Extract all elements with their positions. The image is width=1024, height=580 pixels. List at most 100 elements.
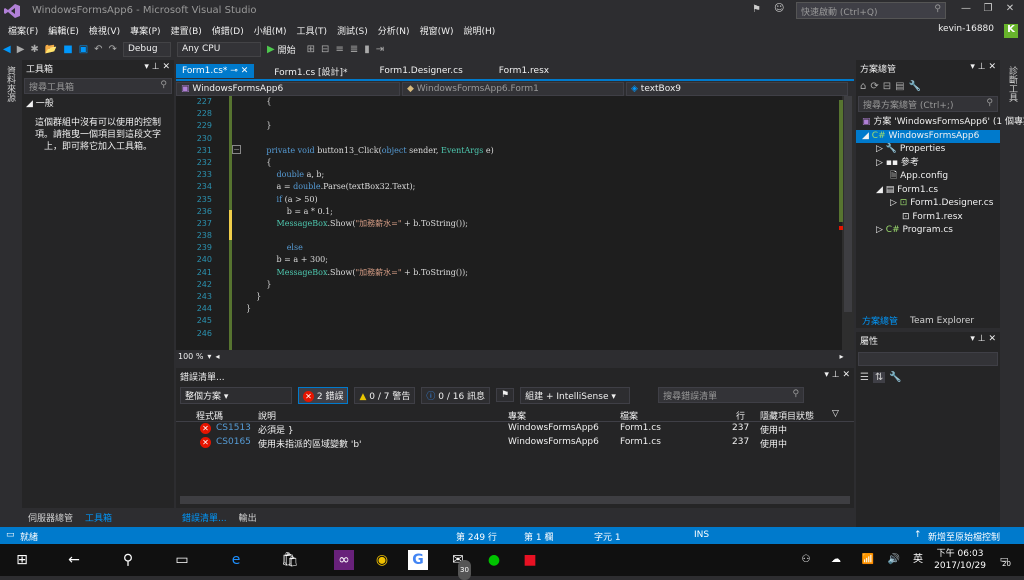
member-dropdown[interactable]: ◈ textBox9 — [626, 81, 848, 96]
list-item[interactable]: ▷ C# Program.cs — [856, 224, 1000, 238]
onedrive-icon[interactable]: ☁ — [826, 550, 846, 570]
menu-debug[interactable]: 偵錯(D) — [212, 24, 244, 37]
col-suppression[interactable]: 隱藏項目狀態 — [760, 409, 814, 422]
tab-output[interactable]: 輸出 — [233, 508, 263, 527]
upload-icon[interactable]: ↑ — [914, 530, 922, 540]
tab-error-list[interactable]: 錯誤清單... — [176, 508, 233, 527]
code-line[interactable] — [246, 108, 836, 120]
menu-test[interactable]: 測試(S) — [337, 24, 368, 37]
undo-icon[interactable]: ↶ — [94, 44, 102, 55]
line-icon[interactable]: ● — [484, 550, 504, 570]
edge-icon[interactable]: e — [226, 550, 246, 570]
toolbar-icon-3[interactable]: ≡ — [335, 44, 343, 55]
taskbar-clock[interactable]: 下午 06:03 2017/10/29 — [934, 548, 986, 572]
data-sources-tab[interactable]: 資料來源 — [4, 66, 17, 102]
list-item[interactable]: ⊡ Form1.resx — [856, 211, 1000, 225]
user-name[interactable]: kevin-16880 — [938, 24, 994, 34]
project-dropdown[interactable]: ▣ WindowsFormsApp6 — [176, 81, 400, 96]
tab-server-explorer[interactable]: 伺服器總管 — [22, 508, 79, 527]
menu-tools[interactable]: 工具(T) — [297, 24, 328, 37]
pin-icon[interactable]: ▾ ⊥ ✕ — [970, 334, 996, 348]
categorized-icon[interactable]: ☰ — [860, 372, 869, 383]
code-line[interactable]: private void button13_Click(object sende… — [246, 145, 836, 157]
wifi-icon[interactable]: 📶 — [858, 550, 878, 570]
code-line[interactable] — [246, 315, 836, 327]
platform-select[interactable]: Any CPU — [176, 42, 261, 57]
scope-select[interactable]: 整個方案 ▾ — [180, 386, 292, 404]
code-line[interactable]: else — [246, 242, 836, 254]
scroll-right-icon[interactable]: ▸ — [839, 352, 843, 361]
windows-start-icon[interactable]: ⊞ — [12, 550, 32, 570]
pin-icon[interactable]: ▾ ⊥ ✕ — [144, 62, 170, 76]
code-line[interactable]: { — [246, 157, 836, 169]
object-select[interactable] — [858, 352, 998, 366]
filter-icon[interactable]: ▽ — [832, 409, 839, 419]
code-line[interactable]: a = double.Parse(textBox32.Text); — [246, 181, 836, 193]
back-icon[interactable]: ◀ — [3, 44, 11, 55]
start-icon[interactable]: ▶ — [267, 44, 275, 55]
solution-search-input[interactable]: 搜尋方案總管 (Ctrl+;) ⚲ — [858, 96, 998, 112]
avatar[interactable]: K — [1004, 24, 1018, 38]
error-code[interactable]: CS1513 — [216, 423, 251, 433]
close-icon[interactable]: ✕ — [241, 66, 249, 76]
show-all-icon[interactable]: ▤ — [895, 81, 904, 92]
zoom-level[interactable]: 100 % — [178, 352, 203, 361]
start-button[interactable]: 開始 — [278, 43, 296, 56]
save-icon[interactable]: ■ — [63, 44, 72, 55]
code-line[interactable] — [246, 230, 836, 242]
google-icon[interactable]: G — [408, 550, 428, 570]
store-icon[interactable]: 🛍 — [280, 550, 300, 570]
list-item[interactable]: ▷ ⊡ Form1.Designer.cs — [856, 197, 1000, 211]
ime-indicator[interactable]: 英 — [908, 550, 928, 570]
code-line[interactable]: MessageBox.Show("加務薪水=" + b.ToString()); — [246, 267, 836, 279]
app-icon[interactable]: ◉ — [372, 550, 392, 570]
editor-scrollbar-thumb[interactable] — [844, 96, 852, 312]
list-item[interactable]: ▷ 🔧 Properties — [856, 143, 1000, 157]
notification-flag-icon[interactable]: ⚑ — [752, 4, 761, 15]
pin-icon[interactable]: ▾ ⊥ ✕ — [970, 62, 996, 76]
messages-filter-button[interactable]: ⓘ 0 / 16 訊息 — [421, 386, 491, 404]
code-line[interactable]: if (a > 50) — [246, 194, 836, 206]
code-line[interactable]: double a, b; — [246, 169, 836, 181]
forward-icon[interactable]: ▶ — [17, 44, 25, 55]
list-item[interactable]: ▷ ▪▪ 參考 — [856, 157, 1000, 171]
menu-view[interactable]: 檢視(V) — [89, 24, 120, 37]
new-project-icon[interactable]: ✱ — [30, 44, 38, 55]
task-view-icon[interactable]: ▭ — [172, 550, 192, 570]
people-icon[interactable]: ⚇ — [796, 550, 816, 570]
pin-icon[interactable]: ⊸ — [230, 66, 238, 76]
menu-file[interactable]: 檔案(F) — [8, 24, 38, 37]
col-description[interactable]: 說明 — [258, 409, 276, 422]
code-line[interactable]: } — [246, 279, 836, 291]
wrench-icon[interactable]: 🔧 — [889, 372, 901, 383]
diagnostic-tools-tab[interactable]: 診斷工具 — [1006, 66, 1019, 102]
collapse-icon[interactable]: − — [232, 145, 241, 154]
menu-build[interactable]: 建置(B) — [171, 24, 202, 37]
table-row[interactable]: ✕ CS1513 必須是 } WindowsFormsApp6 Form1.cs… — [176, 422, 854, 436]
code-line[interactable]: b = a + 300; — [246, 254, 836, 266]
mail-icon[interactable]: ✉ 30 — [448, 550, 471, 580]
alphabetical-icon[interactable]: ⇅ — [872, 371, 886, 383]
tab-toolbox[interactable]: 工具箱 — [79, 508, 118, 527]
code-line[interactable]: b = a * 0.1; — [246, 206, 836, 218]
home-icon[interactable]: ⌂ — [860, 81, 866, 92]
toolbar-icon-1[interactable]: ⊞ — [307, 44, 315, 55]
list-item[interactable]: ▣ 方案 'WindowsFormsApp6' (1 個專案) — [856, 116, 1024, 130]
wrench-icon[interactable]: 🔧 — [909, 81, 921, 92]
errors-filter-button[interactable]: ✕ 2 錯誤 — [298, 386, 349, 404]
bookmark-icon[interactable]: ▮ — [364, 44, 370, 55]
visual-studio-icon[interactable]: ∞ — [334, 550, 354, 570]
code-editor[interactable]: 227 228 229 230 231 232 233 234 235 236 237 238 239 2… — [176, 96, 842, 350]
open-icon[interactable]: 📂 — [45, 44, 57, 55]
save-all-icon[interactable]: ▣ — [79, 44, 88, 55]
code-line[interactable] — [246, 328, 836, 340]
toolbar-icon-5[interactable]: ⇥ — [376, 44, 384, 55]
error-list-scrollbar[interactable] — [180, 496, 850, 504]
close-button[interactable]: ✕ — [1000, 3, 1020, 19]
class-dropdown[interactable]: ◆ WindowsFormsApp6.Form1 — [402, 81, 624, 96]
menu-help[interactable]: 說明(H) — [463, 24, 495, 37]
add-to-source-control[interactable]: 新增至原始檔控制 — [928, 530, 1000, 543]
code-line[interactable]: } — [246, 120, 836, 132]
table-row[interactable]: ✕ CS0165 使用未指派的區域變數 'b' WindowsFormsApp6… — [176, 436, 854, 450]
tab-form1-cs[interactable]: Form1.cs* ⊸ ✕ — [176, 64, 255, 78]
